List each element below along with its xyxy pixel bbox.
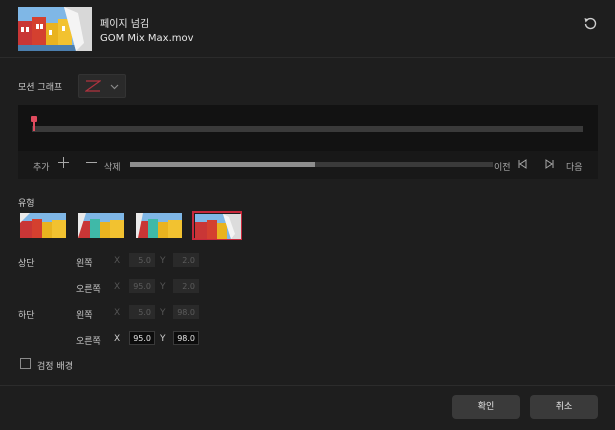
top-right-y-label: Y: [160, 282, 166, 292]
top-left-x-label: X: [114, 256, 121, 266]
top-right-y-input[interactable]: 2.0: [173, 279, 199, 293]
bottom-right-y-input[interactable]: 98.0: [173, 331, 199, 345]
black-background-label[interactable]: 검정 배경: [37, 359, 73, 372]
top-right-x-input[interactable]: 95.0: [129, 279, 155, 293]
bottom-left-x-input[interactable]: 5.0: [129, 305, 155, 319]
z-curve-icon: [84, 80, 102, 95]
bottom-right-x-label: X: [114, 334, 121, 344]
top-left-y-label: Y: [160, 256, 166, 266]
effect-thumbnail: [18, 7, 92, 51]
add-keyframe-label[interactable]: 추가: [33, 160, 50, 173]
bottom-left-y-label: Y: [160, 308, 166, 318]
keyframe-handle[interactable]: [30, 116, 38, 132]
motion-graph-area[interactable]: [18, 105, 598, 151]
keyframe-controls: 추가 삭제 이전 다음: [18, 151, 598, 179]
bottom-left-label: 왼쪽: [76, 311, 93, 321]
graph-track: [32, 126, 583, 132]
top-section-label: 상단: [18, 259, 35, 269]
bottom-right-y-label: Y: [160, 334, 166, 344]
top-left-label: 왼쪽: [76, 259, 93, 269]
keyframe-slider[interactable]: [130, 162, 493, 167]
prev-keyframe-label[interactable]: 이전: [494, 160, 511, 173]
minus-icon[interactable]: [86, 157, 97, 171]
cancel-button[interactable]: 취소: [530, 395, 598, 419]
type-option-page-curl-top-right[interactable]: [192, 211, 242, 240]
delete-keyframe-label[interactable]: 삭제: [104, 160, 121, 173]
dialog-header: 페이지 넘김 GOM Mix Max.mov: [0, 0, 615, 58]
type-label: 유형: [18, 199, 35, 209]
bottom-right-x-input[interactable]: 95.0: [129, 331, 155, 345]
bottom-left-x-label: X: [114, 308, 121, 318]
ok-button[interactable]: 확인: [452, 395, 520, 419]
black-background-checkbox[interactable]: [20, 358, 31, 369]
plus-icon[interactable]: [58, 157, 69, 171]
bottom-left-y-input[interactable]: 98.0: [173, 305, 199, 319]
bottom-right-label: 오른쪽: [76, 337, 101, 347]
top-left-x-input[interactable]: 5.0: [129, 253, 155, 267]
dialog-footer: 확인 취소: [0, 385, 615, 430]
next-keyframe-icon[interactable]: [545, 159, 555, 172]
type-option-page-curl-left[interactable]: [18, 211, 68, 240]
effect-title: 페이지 넘김: [100, 19, 150, 30]
chevron-down-icon: [110, 83, 119, 93]
top-right-x-label: X: [114, 282, 121, 292]
top-left-y-input[interactable]: 2.0: [173, 253, 199, 267]
motion-graph-dropdown[interactable]: [78, 74, 126, 98]
refresh-icon[interactable]: [583, 16, 598, 31]
slider-fill: [130, 162, 316, 167]
type-option-page-curl-bottom[interactable]: [134, 211, 184, 240]
next-keyframe-label[interactable]: 다음: [566, 160, 583, 173]
type-option-page-curl-right[interactable]: [76, 211, 126, 240]
prev-keyframe-icon[interactable]: [517, 159, 527, 172]
motion-graph-label: 모션 그래프: [18, 83, 63, 93]
bottom-section-label: 하단: [18, 311, 35, 321]
clip-filename: GOM Mix Max.mov: [100, 33, 194, 44]
top-right-label: 오른쪽: [76, 285, 101, 295]
